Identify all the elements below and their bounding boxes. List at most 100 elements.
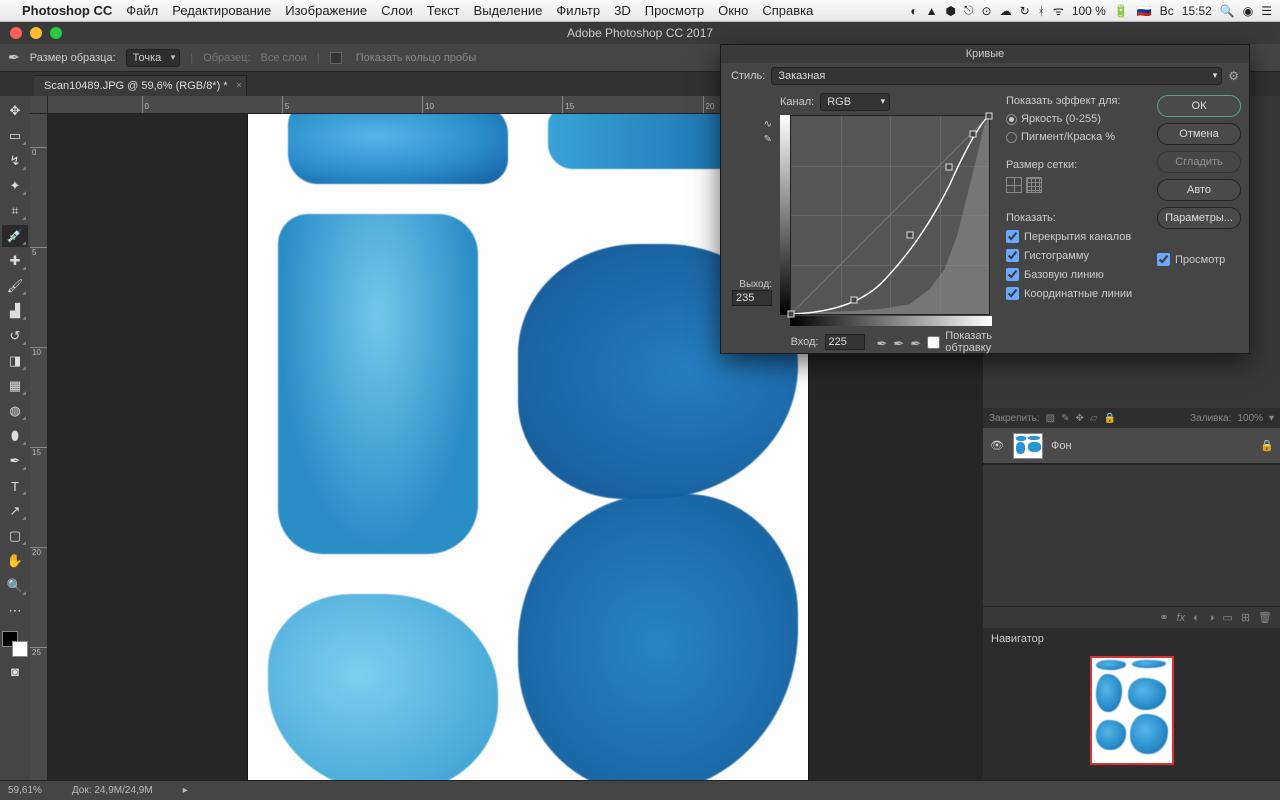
- navigator-thumbnail[interactable]: [1092, 658, 1172, 763]
- zoom-window-icon[interactable]: [50, 27, 62, 39]
- brush-tool[interactable]: 🖌: [2, 275, 28, 297]
- lasso-tool[interactable]: ↯: [2, 150, 28, 172]
- sys-icon[interactable]: ⬢: [946, 4, 956, 18]
- visibility-icon[interactable]: 👁: [989, 439, 1005, 452]
- preset-select[interactable]: Заказная: [771, 67, 1222, 85]
- menu-filter[interactable]: Фильтр: [556, 3, 600, 18]
- chevron-down-icon[interactable]: ▾: [1269, 413, 1274, 424]
- menu-view[interactable]: Просмотр: [645, 3, 704, 18]
- zoom-tool[interactable]: 🔍: [2, 575, 28, 597]
- sys-icon[interactable]: ⊙: [982, 4, 992, 18]
- flag-icon[interactable]: 🇷🇺: [1137, 4, 1152, 18]
- menu-3d[interactable]: 3D: [614, 3, 631, 18]
- lock-paint-icon[interactable]: ✎: [1061, 413, 1069, 424]
- cancel-button[interactable]: Отмена: [1157, 123, 1241, 145]
- sys-icon[interactable]: ▲: [926, 4, 938, 18]
- lock-pixels-icon[interactable]: ▨: [1046, 413, 1055, 424]
- eyedropper-tool[interactable]: 💉: [2, 225, 28, 247]
- auto-button[interactable]: Авто: [1157, 179, 1241, 201]
- pigment-radio[interactable]: [1006, 132, 1017, 143]
- fill-value[interactable]: 100%: [1237, 413, 1263, 424]
- menu-text[interactable]: Текст: [427, 3, 460, 18]
- baseline-checkbox[interactable]: [1006, 268, 1019, 281]
- bluetooth-icon[interactable]: ᚼ: [1038, 4, 1045, 18]
- gray-point-eyedropper-icon[interactable]: ✒: [893, 336, 904, 352]
- menu-layers[interactable]: Слои: [381, 3, 413, 18]
- menu-window[interactable]: Окно: [718, 3, 748, 18]
- document-tab[interactable]: Scan10489.JPG @ 59,6% (RGB/8*) * ×: [34, 75, 247, 96]
- type-tool[interactable]: T: [2, 475, 28, 497]
- link-layers-icon[interactable]: ⚭: [1159, 611, 1168, 624]
- menu-edit[interactable]: Редактирование: [172, 3, 271, 18]
- stamp-tool[interactable]: ▟: [2, 300, 28, 322]
- ruler-vertical[interactable]: 0510152025: [30, 114, 48, 780]
- lock-icon[interactable]: 🔒: [1260, 439, 1274, 452]
- white-point-eyedropper-icon[interactable]: ✒: [910, 336, 921, 352]
- minimize-window-icon[interactable]: [30, 27, 42, 39]
- show-clipping-checkbox[interactable]: [927, 336, 940, 349]
- close-window-icon[interactable]: [10, 27, 22, 39]
- zoom-level[interactable]: 59,61%: [8, 785, 42, 796]
- overlays-checkbox[interactable]: [1006, 230, 1019, 243]
- ruler-origin[interactable]: [30, 96, 48, 114]
- shape-tool[interactable]: ▢: [2, 525, 28, 547]
- mask-icon[interactable]: ◐: [1193, 612, 1200, 624]
- curve-tool-point-icon[interactable]: ∿: [725, 119, 772, 130]
- wifi-icon[interactable]: ᯤ: [1053, 2, 1064, 19]
- color-swatches[interactable]: [2, 631, 28, 657]
- gradient-tool[interactable]: ▦: [2, 375, 28, 397]
- preview-checkbox[interactable]: [1157, 253, 1170, 266]
- new-layer-icon[interactable]: ⊞: [1241, 611, 1250, 624]
- layer-row-background[interactable]: 👁 Фон 🔒: [983, 428, 1280, 464]
- hand-tool[interactable]: ✋: [2, 550, 28, 572]
- lock-all-icon[interactable]: 🔒: [1104, 413, 1116, 424]
- dialog-title[interactable]: Кривые: [721, 45, 1249, 63]
- menu-select[interactable]: Выделение: [474, 3, 543, 18]
- path-tool[interactable]: ↗: [2, 500, 28, 522]
- history-brush-tool[interactable]: ↺: [2, 325, 28, 347]
- curves-graph[interactable]: [790, 115, 990, 315]
- sample-size-select[interactable]: Точка: [126, 49, 181, 67]
- quickmask-tool[interactable]: ◙: [2, 660, 28, 682]
- edit-toolbar[interactable]: ⋯: [2, 600, 28, 622]
- spotlight-icon[interactable]: 🔍: [1220, 4, 1235, 18]
- sys-icon[interactable]: ⎋: [964, 3, 974, 18]
- marquee-tool[interactable]: ▭: [2, 125, 28, 147]
- input-input[interactable]: [825, 334, 865, 350]
- eraser-tool[interactable]: ◨: [2, 350, 28, 372]
- clock-day[interactable]: Вс: [1160, 4, 1174, 18]
- ok-button[interactable]: ОК: [1157, 95, 1241, 117]
- menu-file[interactable]: Файл: [126, 3, 158, 18]
- menu-image[interactable]: Изображение: [285, 3, 367, 18]
- trash-icon[interactable]: 🗑: [1258, 611, 1272, 624]
- sys-icon[interactable]: ◐: [910, 4, 917, 18]
- blur-tool[interactable]: ◍: [2, 400, 28, 422]
- intersect-checkbox[interactable]: [1006, 287, 1019, 300]
- adjustment-icon[interactable]: ◑: [1208, 612, 1215, 624]
- layer-thumbnail[interactable]: [1013, 433, 1043, 459]
- sys-icon[interactable]: ☁: [1000, 4, 1012, 18]
- background-color[interactable]: [12, 641, 28, 657]
- grid-large-icon[interactable]: [1026, 177, 1042, 193]
- curve-tool-draw-icon[interactable]: ✎: [725, 134, 772, 145]
- clock-time[interactable]: 15:52: [1182, 4, 1212, 18]
- quick-select-tool[interactable]: ✦: [2, 175, 28, 197]
- grid-small-icon[interactable]: [1006, 177, 1022, 193]
- heal-tool[interactable]: ✚: [2, 250, 28, 272]
- lock-artboard-icon[interactable]: ▱: [1090, 413, 1098, 424]
- crop-tool[interactable]: ⌗: [2, 200, 28, 222]
- dodge-tool[interactable]: ⬮: [2, 425, 28, 447]
- group-icon[interactable]: ▭: [1222, 611, 1232, 624]
- move-tool[interactable]: ✥: [2, 100, 28, 122]
- output-input[interactable]: [732, 290, 772, 306]
- pen-tool[interactable]: ✒: [2, 450, 28, 472]
- smooth-button[interactable]: Сгладить: [1157, 151, 1241, 173]
- params-button[interactable]: Параметры...: [1157, 207, 1241, 229]
- sys-icon[interactable]: ↻: [1020, 4, 1030, 18]
- menu-help[interactable]: Справка: [762, 3, 813, 18]
- tab-close-icon[interactable]: ×: [236, 80, 241, 90]
- battery-icon[interactable]: 🔋: [1114, 4, 1129, 18]
- fx-icon[interactable]: fx: [1177, 612, 1186, 624]
- siri-icon[interactable]: ◉: [1243, 4, 1253, 18]
- notif-icon[interactable]: ☰: [1261, 4, 1272, 18]
